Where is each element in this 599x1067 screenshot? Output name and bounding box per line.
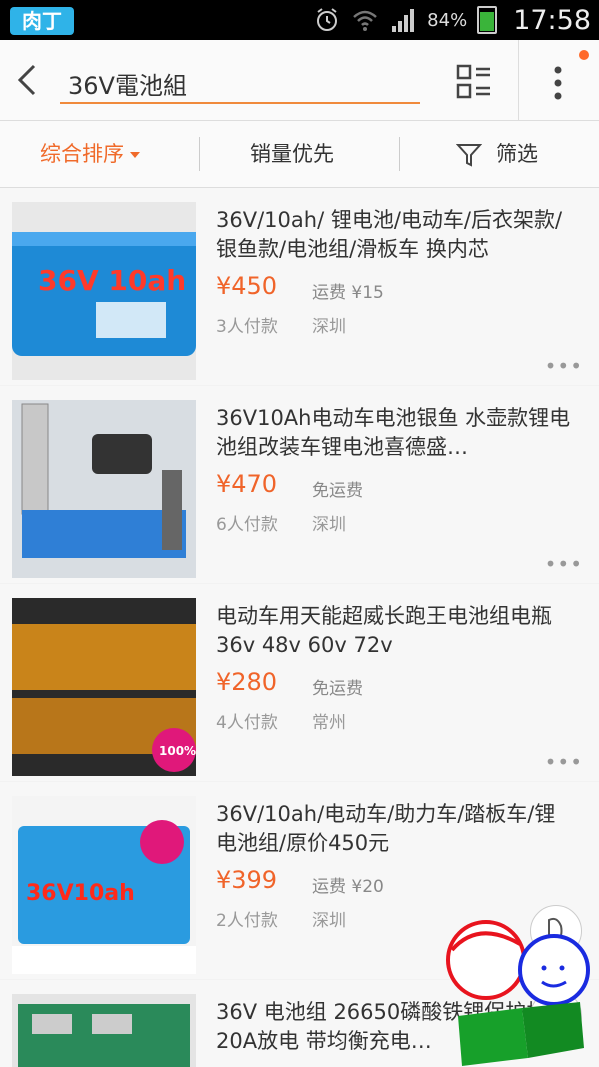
item-more-icon[interactable]: ••• [545,552,583,576]
alarm-icon [317,8,338,31]
wifi-icon [353,10,378,31]
search-header: 36V電池組 [0,40,599,121]
shipping-info: 运费 ¥15 [312,283,384,303]
seller-city: 深圳 [312,317,346,337]
seller-city: 深圳 [312,911,346,931]
thumbnail-label: 36V 10ah [38,264,186,297]
signal-icon [392,9,415,32]
filter-icon[interactable] [456,142,482,168]
product-price: ¥470 [216,470,278,498]
product-price: ¥450 [216,272,278,300]
product-item[interactable]: 36V10Ah电动车电池银鱼 水壶款锂电池组改装车锂电池喜德盛… ¥470 免运… [0,386,599,583]
product-price: ¥280 [216,668,278,696]
product-item[interactable]: 100% 电动车用天能超威长跑王电池组电瓶 36v 48v 60v 72v ¥2… [0,584,599,781]
product-thumbnail: 100% [12,598,196,776]
seller-city: 常州 [312,713,346,733]
sales-count: 4人付款 [216,713,278,733]
shipping-info: 免运费 [312,481,363,501]
notification-dot [579,50,589,60]
item-more-icon[interactable]: ••• [545,750,583,774]
product-title: 电动车用天能超威长跑王电池组电瓶 36v 48v 60v 72v [216,604,552,657]
status-bar: 肉丁 84% 17:58 [0,0,599,40]
product-thumbnail [12,400,196,578]
sort-sales-label: 销量优先 [250,142,334,166]
filter-label: 筛选 [496,142,538,166]
product-thumbnail: 36V 10ah [12,202,196,380]
mascot-sticker [446,920,590,1066]
sales-count: 2人付款 [216,911,278,931]
list-view-icon[interactable] [456,64,492,100]
product-item[interactable]: 36V 10ah 36V/10ah/ 锂电池/电动车/后衣架款/银鱼款/电池组/… [0,188,599,385]
more-vertical-icon [554,66,562,100]
product-thumbnail: 36V10ah [12,796,196,974]
product-title: 36V/10ah/ 锂电池/电动车/后衣架款/银鱼款/电池组/滑板车 换内芯 [216,208,563,261]
caret-down-icon [130,152,140,158]
shipping-info: 免运费 [312,679,363,699]
product-title: 36V/10ah/电动车/助力车/踏板车/锂电池组/原价450元 [216,802,556,855]
search-input[interactable]: 36V電池組 [60,60,420,104]
battery-percent: 84% [427,9,468,31]
sort-comprehensive-label: 综合排序 [40,142,124,166]
item-more-icon[interactable]: ••• [545,354,583,378]
sort-comprehensive[interactable]: 综合排序 [40,121,140,187]
back-arrow-icon[interactable] [12,62,44,98]
product-thumbnail [12,994,196,1067]
search-query: 36V電池組 [68,72,187,100]
app-logo: 肉丁 [10,7,74,35]
thumbnail-badge: 100% [159,744,196,758]
product-price: ¥399 [216,866,278,894]
sort-bar: 综合排序 销量优先 筛选 [0,121,599,188]
clock: 17:58 [513,4,591,36]
more-menu-button[interactable] [518,40,599,120]
filter-button[interactable]: 筛选 [496,121,538,187]
product-title: 36V10Ah电动车电池银鱼 水壶款锂电池组改装车锂电池喜德盛… [216,406,571,459]
battery-icon [477,6,498,34]
thumbnail-label: 36V10ah [26,881,135,906]
sort-sales-first[interactable]: 销量优先 [250,121,334,187]
seller-city: 深圳 [312,515,346,535]
shipping-info: 运费 ¥20 [312,877,384,897]
sales-count: 6人付款 [216,515,278,535]
sales-count: 3人付款 [216,317,278,337]
